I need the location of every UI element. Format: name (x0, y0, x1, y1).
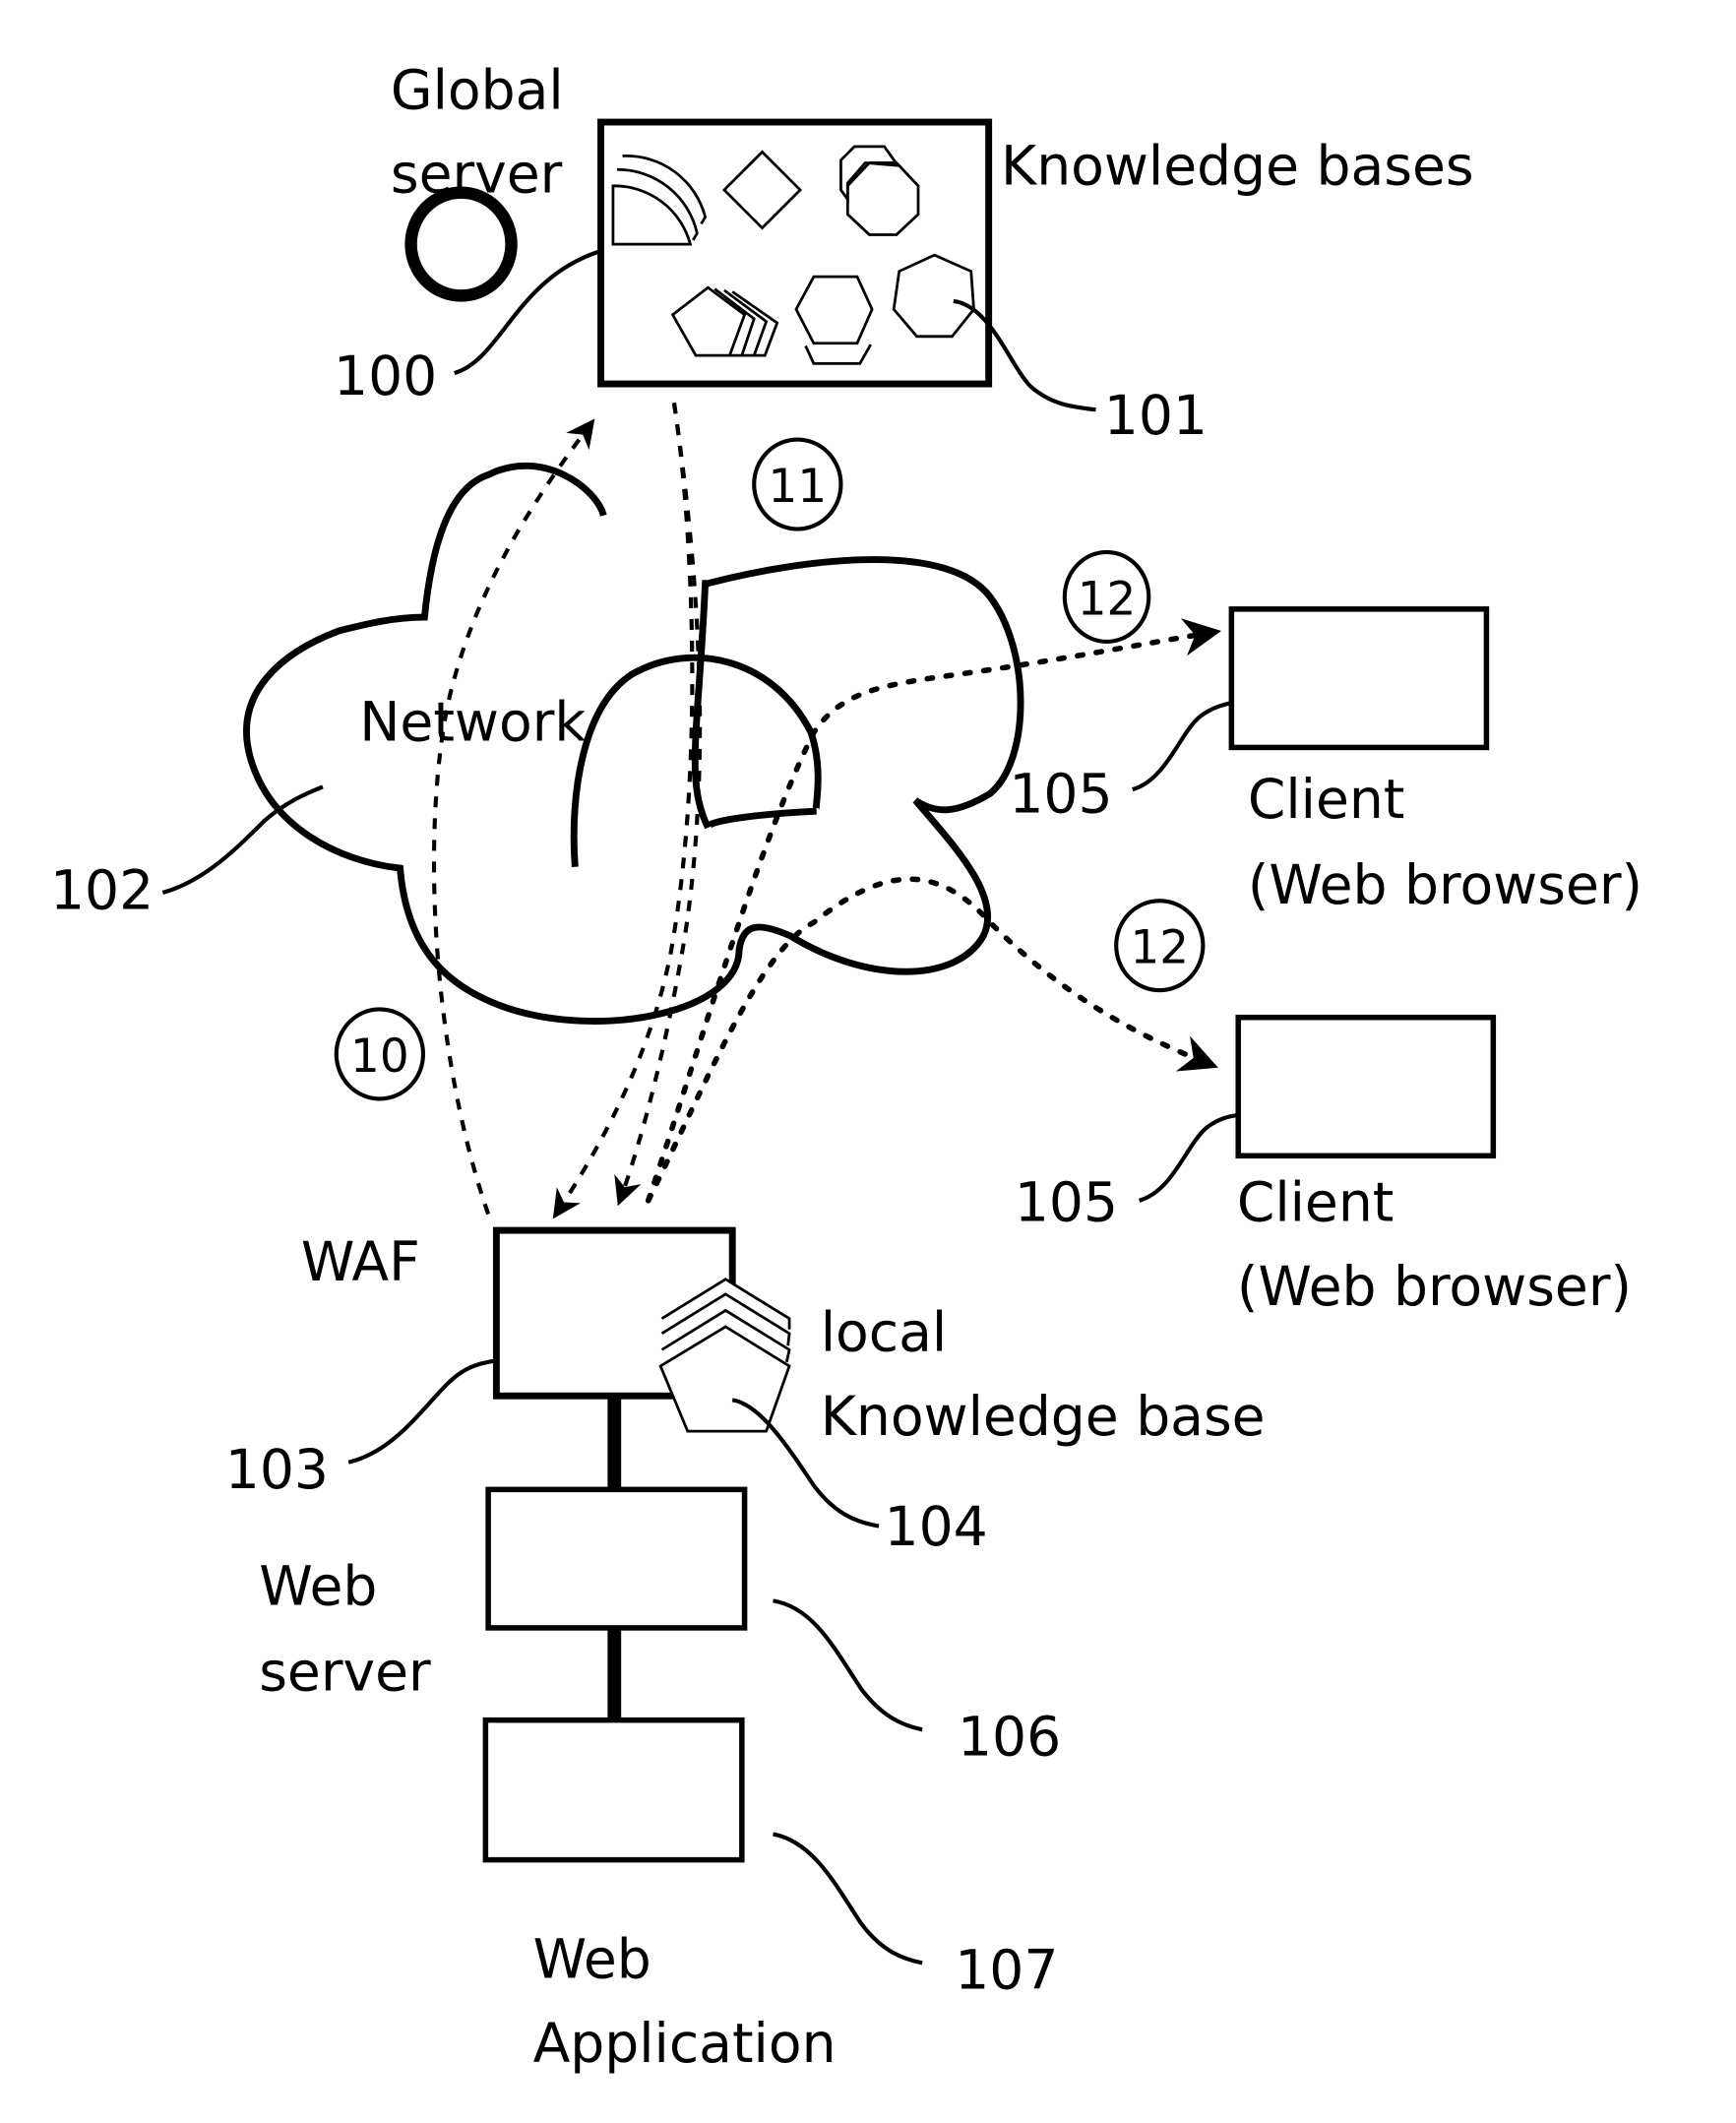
client-2: Client (Web browser) 105 (1015, 1014, 1632, 1318)
global-server-label-1: Global (391, 58, 564, 121)
quarter-circle-shape-icon (622, 155, 708, 225)
svg-text:10: 10 (350, 1030, 409, 1084)
flow-10-arrow (431, 418, 595, 1216)
client-2-label-2: (Web browser) (1237, 1255, 1632, 1318)
ref-100: 100 (334, 344, 437, 407)
client-1: Client (Web browser) 105 (1009, 606, 1643, 916)
ref-102: 102 (50, 858, 154, 921)
ref-105-a: 105 (1009, 763, 1112, 826)
waf: WAF 103 (225, 1226, 736, 1501)
global-server: Global server (391, 58, 564, 302)
local-kb-label-2: Knowledge base (821, 1385, 1266, 1448)
ref-104: 104 (885, 1495, 988, 1558)
network-label: Network (359, 691, 586, 754)
client-1-label-1: Client (1248, 768, 1405, 831)
step-12-badge-a: 12 (1062, 549, 1151, 644)
knowledge-bases-label: Knowledge bases (1001, 134, 1474, 197)
heptagon-shape-icon (892, 253, 975, 339)
step-10-badge: 10 (334, 1007, 426, 1101)
quarter-circle-shape (611, 184, 693, 246)
client-2-box (1235, 1014, 1497, 1159)
web-server-label-2: server (259, 1640, 431, 1703)
web-application: Web Application 107 (482, 1717, 1058, 2075)
client-2-label-1: Client (1237, 1170, 1395, 1233)
ref-107: 107 (955, 1939, 1058, 2002)
flow-12-arrow-b (645, 876, 1218, 1204)
ref-106: 106 (958, 1705, 1061, 1768)
global-server-icon (404, 186, 518, 302)
waf-label: WAF (301, 1230, 420, 1293)
svg-text:11: 11 (769, 461, 828, 514)
local-knowledge-base: local Knowledge base 104 (658, 1278, 1266, 1558)
web-server-label-1: Web (259, 1554, 377, 1617)
svg-text:12: 12 (1078, 573, 1137, 626)
web-application-label-1: Web (533, 1928, 651, 1991)
web-application-box (482, 1717, 745, 1863)
octagon-shape-icon (845, 161, 920, 236)
step-11-badge: 11 (752, 437, 843, 531)
local-kb-label-1: local (821, 1301, 947, 1364)
web-application-label-2: Application (533, 2012, 837, 2075)
web-server-box (485, 1486, 748, 1631)
step-12-badge-b: 12 (1114, 899, 1206, 993)
ref-105-b: 105 (1015, 1170, 1118, 1233)
knowledge-bases-store: Knowledge bases (597, 118, 1474, 388)
svg-text:12: 12 (1130, 922, 1189, 975)
ref-101: 101 (1104, 384, 1208, 447)
diamond-shape-icon (721, 150, 803, 230)
client-1-label-2: (Web browser) (1248, 853, 1643, 916)
ref-103: 103 (225, 1438, 329, 1501)
hexagon-shape-icon (794, 275, 874, 345)
client-1-box (1228, 606, 1490, 751)
waf-architecture-diagram: Global server Knowledge bases 100 101 Ne… (50, 58, 1643, 2075)
